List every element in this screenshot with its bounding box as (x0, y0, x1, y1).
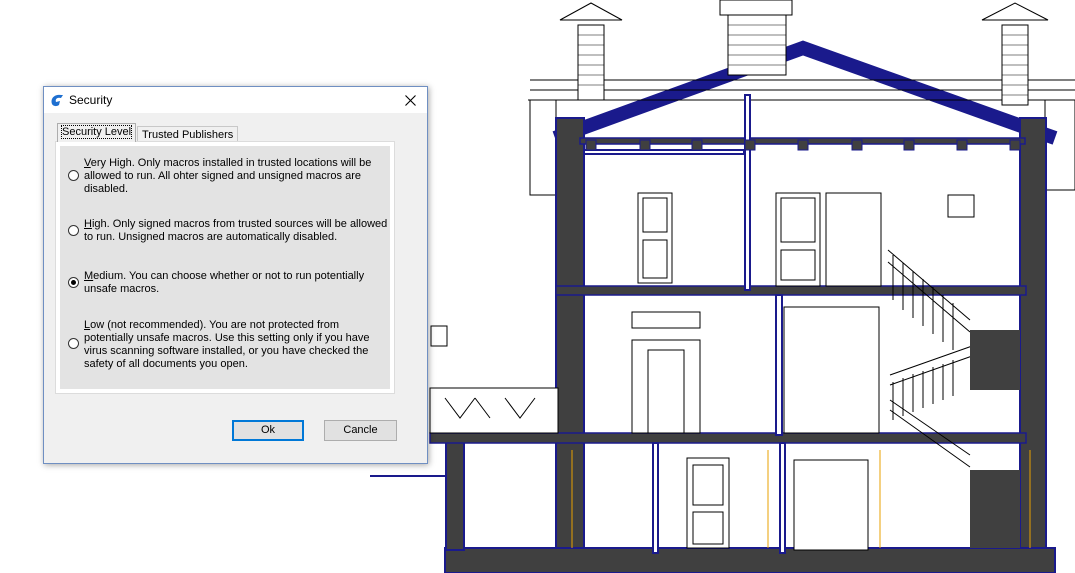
cancel-button[interactable]: Cancle (324, 420, 397, 441)
roof-structure (528, 40, 1075, 196)
tab-label: Security Level (60, 125, 133, 139)
option-text: High. Only signed macros from trusted so… (84, 218, 388, 243)
radio-very-high[interactable] (68, 170, 79, 181)
close-icon (404, 94, 416, 106)
balcony (429, 325, 559, 434)
option-text: Low (not recommended). You are not prote… (84, 319, 370, 370)
app-logo-icon (51, 94, 63, 107)
title-bar: Security (44, 87, 427, 113)
option-text: Very High. Only macros installed in trus… (84, 157, 372, 195)
radio-high[interactable] (68, 225, 79, 236)
option-text: Medium. You can choose whether or not to… (84, 270, 365, 295)
ok-button[interactable]: Ok (232, 420, 304, 441)
radio-low[interactable] (68, 338, 79, 349)
security-dialog: Security Security Level Trusted Publishe… (43, 86, 428, 464)
dialog-title: Security (69, 93, 113, 107)
tab-security-level[interactable]: Security Level (57, 123, 137, 142)
tab-label: Trusted Publishers (142, 129, 234, 141)
chimney-brick-lines (578, 24, 1028, 96)
radio-medium[interactable] (68, 277, 79, 288)
security-level-panel: Very High. Only macros installed in trus… (55, 141, 395, 394)
close-button[interactable] (393, 87, 427, 113)
options-group: Very High. Only macros installed in trus… (60, 146, 390, 389)
